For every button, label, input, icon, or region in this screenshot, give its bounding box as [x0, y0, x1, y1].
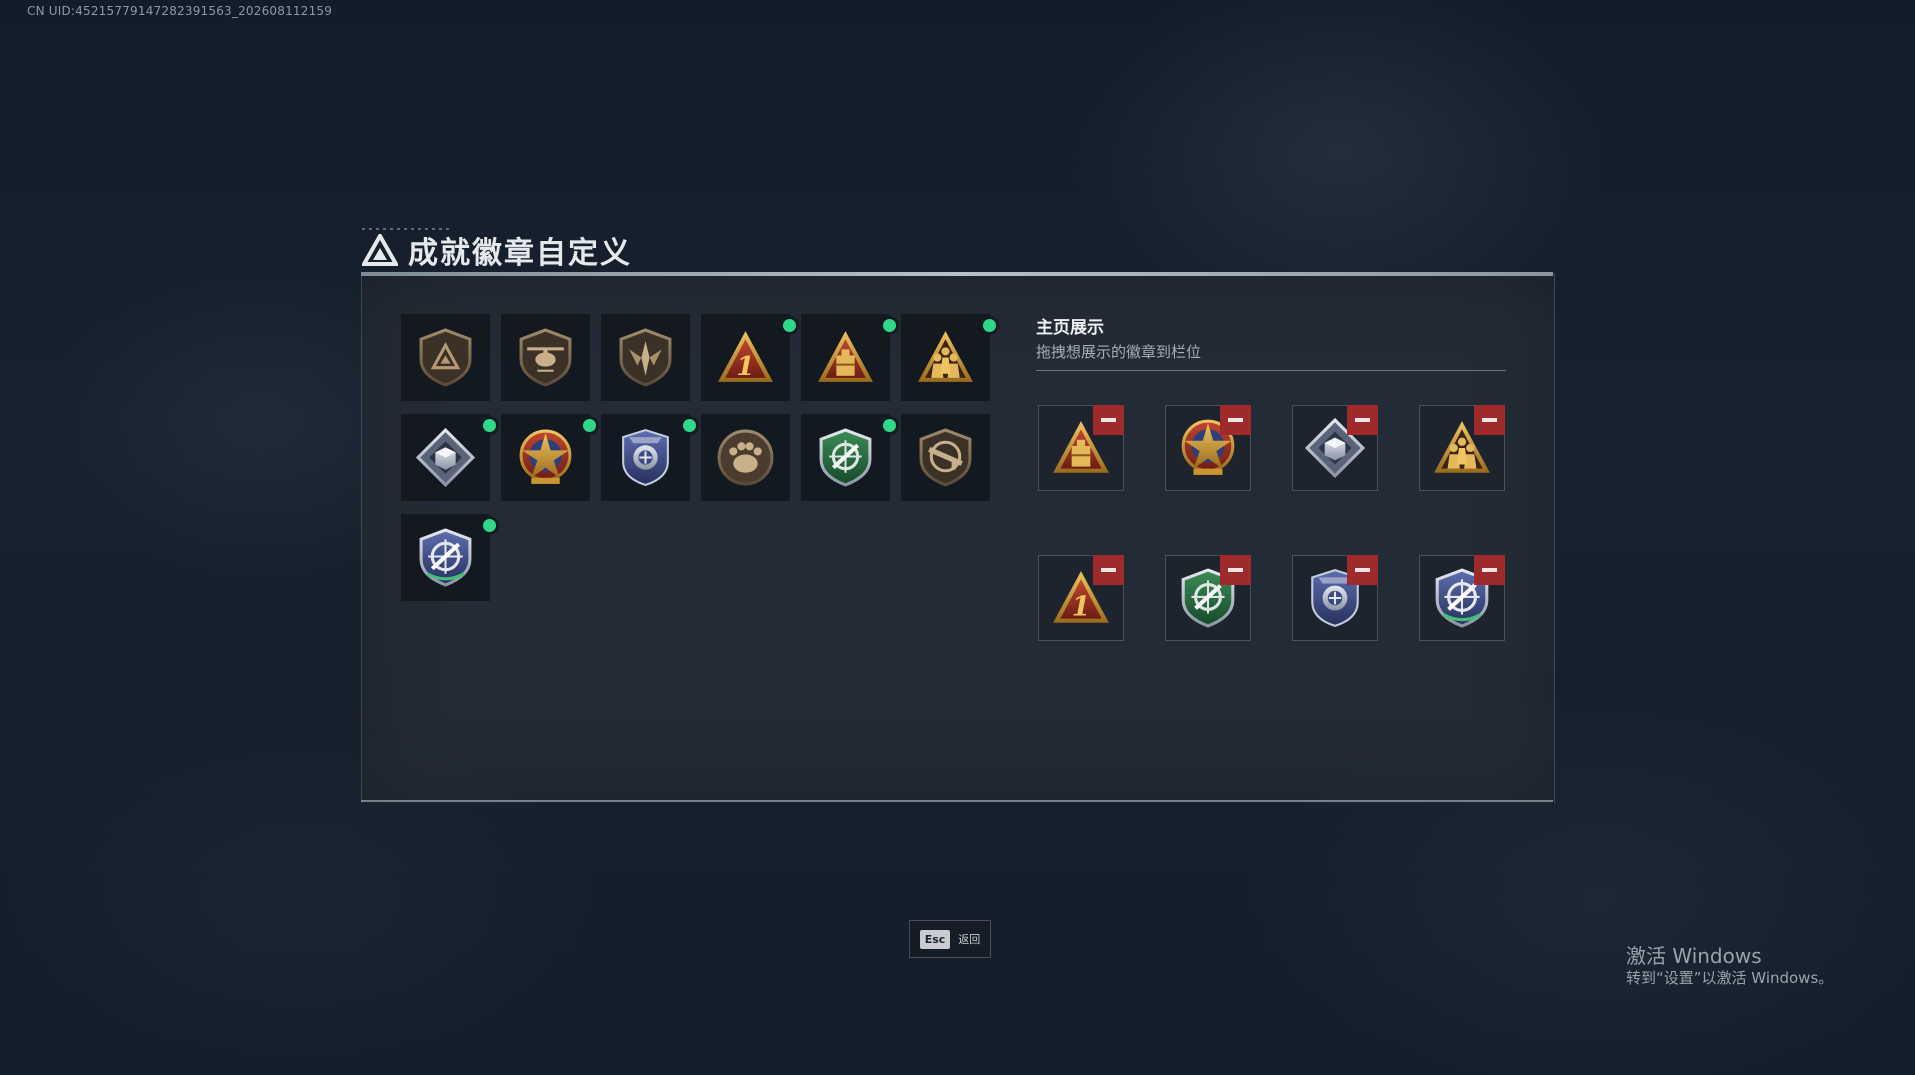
badge-tile[interactable]	[401, 414, 496, 501]
soldiers-triangle-badge-icon	[915, 327, 976, 388]
showcase-slot[interactable]	[1165, 405, 1251, 491]
badge-tile[interactable]	[901, 414, 990, 501]
badge-tile[interactable]	[701, 414, 790, 501]
shield-triangle-badge-icon	[415, 327, 476, 388]
showcase-slot[interactable]	[1165, 555, 1251, 641]
esc-key-icon: Esc	[919, 929, 951, 949]
equipped-indicator-dot	[483, 419, 496, 432]
badge-tile[interactable]	[401, 314, 490, 401]
showcase-slot[interactable]	[1292, 405, 1378, 491]
back-label: 返回	[958, 933, 981, 946]
remove-badge-button[interactable]	[1093, 405, 1124, 435]
equipped-indicator-dot	[683, 419, 696, 432]
uid-label: CN UID:452157791472823915​63_20260811215…	[27, 4, 333, 18]
remove-badge-button[interactable]	[1347, 405, 1378, 435]
showcase-slot[interactable]	[1038, 405, 1124, 491]
badge-tile[interactable]	[901, 314, 996, 401]
badge-tile[interactable]	[801, 314, 896, 401]
showcase-slot[interactable]	[1419, 555, 1505, 641]
blue-crosshair-shield-badge-icon	[415, 527, 476, 588]
badge-tile[interactable]	[401, 514, 496, 601]
number-one-triangle-badge-icon	[715, 327, 776, 388]
remove-badge-button[interactable]	[1347, 555, 1378, 585]
title-decoration	[362, 228, 452, 230]
remove-badge-button[interactable]	[1474, 555, 1505, 585]
dagger-shield-badge-icon	[615, 327, 676, 388]
remove-badge-button[interactable]	[1093, 555, 1124, 585]
equipped-indicator-dot	[483, 519, 496, 532]
panel-top-border	[361, 272, 1553, 276]
green-crosshair-shield-badge-icon	[815, 427, 876, 488]
equipped-indicator-dot	[583, 419, 596, 432]
showcase-divider	[1036, 370, 1506, 371]
header: 成就徽章自定义	[362, 226, 632, 274]
helicopter-shield-badge-icon	[515, 327, 576, 388]
triangle-logo-icon	[362, 234, 398, 266]
badge-tile[interactable]	[601, 414, 696, 501]
showcase-subtitle: 拖拽想展示的徽章到栏位	[1036, 343, 1202, 361]
badge-tile[interactable]	[701, 314, 796, 401]
equipped-indicator-dot	[883, 319, 896, 332]
star-medal-badge-icon	[515, 427, 576, 488]
diamond-cube-badge-icon	[415, 427, 476, 488]
activation-watermark-title: 激活 Windows	[1626, 944, 1762, 968]
badge-tile[interactable]	[601, 314, 690, 401]
bear-paw-badge-icon	[715, 427, 776, 488]
equipped-indicator-dot	[883, 419, 896, 432]
police-shield-badge-icon	[615, 427, 676, 488]
page-title: 成就徽章自定义	[408, 236, 632, 271]
showcase-slot[interactable]	[1292, 555, 1378, 641]
badge-tile[interactable]	[501, 414, 596, 501]
back-button[interactable]: Esc 返回	[909, 920, 991, 958]
crate-triangle-badge-icon	[815, 327, 876, 388]
rifle-shield-badge-icon	[915, 427, 976, 488]
badge-tile[interactable]	[801, 414, 896, 501]
showcase-slot[interactable]	[1038, 555, 1124, 641]
remove-badge-button[interactable]	[1220, 405, 1251, 435]
panel-bottom-border	[361, 800, 1553, 802]
showcase-title: 主页展示	[1036, 318, 1104, 338]
remove-badge-button[interactable]	[1220, 555, 1251, 585]
equipped-indicator-dot	[783, 319, 796, 332]
showcase-slot[interactable]	[1419, 405, 1505, 491]
remove-badge-button[interactable]	[1474, 405, 1505, 435]
activation-watermark-subtitle: 转到“设置”以激活 Windows。	[1626, 969, 1834, 987]
badge-tile[interactable]	[501, 314, 590, 401]
equipped-indicator-dot	[983, 319, 996, 332]
